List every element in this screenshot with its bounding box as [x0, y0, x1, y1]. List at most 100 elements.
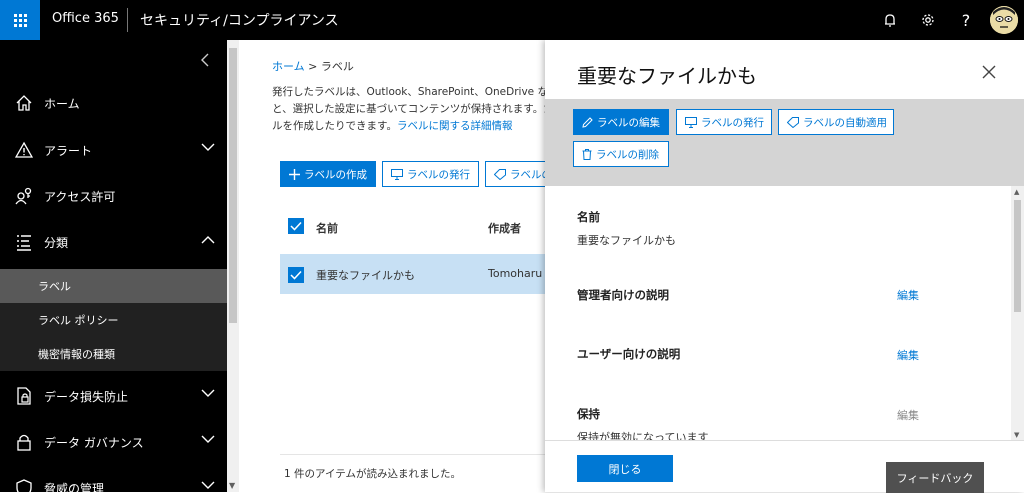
nav-item-data-loss-prevention[interactable]: データ損失防止 — [0, 374, 227, 418]
app-title[interactable]: セキュリティ/コンプライアンス — [140, 10, 339, 30]
name-section-value: 重要なファイルかも — [577, 234, 676, 247]
scroll-down-arrow-icon[interactable]: ▼ — [1014, 431, 1019, 439]
chevron-down-icon — [201, 480, 215, 492]
divider — [280, 454, 550, 455]
scrollbar-thumb[interactable] — [1014, 200, 1021, 312]
permissions-icon — [14, 186, 34, 206]
nav-item-data-governance[interactable]: データ ガバナンス — [0, 420, 227, 464]
publish-label-button[interactable]: ラベルの発行 — [676, 109, 772, 135]
chevron-down-icon — [201, 434, 215, 447]
nav-item-permissions[interactable]: アクセス許可 — [0, 174, 227, 218]
button-label: ラベルの発行 — [407, 168, 470, 181]
data-governance-icon — [14, 432, 34, 452]
retention-value: 保持が無効になっています — [577, 431, 709, 440]
publish-icon — [391, 168, 403, 180]
waffle-icon — [13, 13, 27, 27]
nav-item-classification[interactable]: 分類 — [0, 220, 227, 264]
nav-item-label: ホーム — [44, 96, 80, 111]
notifications-bell-icon[interactable] — [879, 9, 901, 31]
pencil-icon — [582, 116, 593, 128]
description-line: と、選択した設定に基づいてコンテンツが保持されます。たとえば — [272, 103, 586, 115]
cell-name: 重要なファイルかも — [316, 269, 415, 282]
collapse-nav-chevron-icon[interactable] — [200, 52, 210, 71]
page-description: 発行したラベルは、Outlook、SharePoint、OneDrive など(… — [272, 84, 586, 135]
app-launcher-button[interactable] — [0, 0, 40, 40]
button-label: ラベルの削除 — [596, 148, 659, 161]
nav-item-label: データ損失防止 — [44, 389, 129, 404]
nav-item-alerts[interactable]: アラート — [0, 128, 227, 172]
edit-retention-link[interactable]: 編集 — [897, 407, 919, 423]
button-label: ラベルの作成 — [304, 168, 367, 181]
classification-icon — [14, 232, 34, 252]
home-icon — [14, 93, 34, 113]
breadcrumb-separator: > — [308, 60, 321, 73]
left-navigation: ホーム アラート アクセス許可 分類 ラベル ラベル ポリシー 機密情報の種類 … — [0, 40, 227, 492]
chevron-down-icon — [201, 388, 215, 401]
threat-management-icon — [14, 478, 34, 492]
edit-label-button[interactable]: ラベルの編集 — [573, 109, 669, 135]
divider — [127, 8, 128, 32]
breadcrumb-home-link[interactable]: ホーム — [272, 60, 305, 73]
nav-scrollbar[interactable]: ▼ — [227, 40, 239, 492]
row-checkbox[interactable] — [288, 267, 304, 283]
items-loaded-status: 1 件のアイテムが読み込まれました。 — [284, 468, 461, 480]
delete-label-button[interactable]: ラベルの削除 — [573, 141, 669, 167]
column-header-author[interactable]: 作成者 — [488, 220, 521, 236]
trash-icon — [582, 148, 592, 160]
main-content: ホーム > ラベル 発行したラベルは、Outlook、SharePoint、On… — [239, 40, 585, 492]
panel-title: 重要なファイルかも — [577, 64, 757, 88]
auto-apply-labels-button[interactable]: ラベルの自 — [485, 161, 549, 187]
panel-scrollbar[interactable]: ▲ ▼ — [1011, 186, 1024, 440]
scroll-down-arrow-icon[interactable]: ▼ — [229, 481, 235, 490]
feedback-button[interactable]: フィードバック — [886, 462, 984, 493]
chevron-up-icon — [201, 234, 215, 247]
table-header: 名前 作成者 — [280, 208, 560, 244]
button-label: ラベルの編集 — [597, 116, 660, 129]
nav-item-label: 分類 — [44, 235, 69, 250]
brand-link[interactable]: Office 365 — [52, 11, 119, 26]
learn-more-link[interactable]: ラベルに関する詳細情報 — [397, 120, 513, 132]
help-icon[interactable]: ? — [955, 9, 977, 31]
close-button[interactable]: 閉じる — [577, 455, 673, 482]
button-label: ラベルの自動適用 — [803, 116, 887, 129]
panel-footer: 閉じる フィードバック — [545, 440, 1024, 493]
edit-admin-description-link[interactable]: 編集 — [897, 287, 919, 303]
sidebar-item-sensitive-info-types[interactable]: 機密情報の種類 — [0, 337, 227, 371]
sidebar-item-label-policies[interactable]: ラベル ポリシー — [0, 303, 227, 337]
nav-item-label: データ ガバナンス — [44, 435, 144, 450]
edit-user-description-link[interactable]: 編集 — [897, 347, 919, 363]
publish-labels-button[interactable]: ラベルの発行 — [382, 161, 479, 187]
avatar[interactable] — [990, 6, 1018, 34]
nav-item-threat-management[interactable]: 脅威の管理 — [0, 466, 227, 492]
user-description-label: ユーザー向けの説明 — [577, 347, 681, 361]
breadcrumb: ホーム > ラベル — [272, 58, 354, 74]
data-loss-prevention-icon — [14, 386, 34, 406]
tag-icon — [787, 116, 799, 128]
panel-details: 名前 重要なファイルかも 管理者向けの説明 編集 ユーザー向けの説明 編集 保持… — [545, 186, 1011, 440]
scrollbar-thumb[interactable] — [229, 48, 237, 323]
column-header-name[interactable]: 名前 — [316, 220, 338, 236]
cell-author: Tomoharu — [488, 267, 543, 280]
select-all-checkbox[interactable] — [288, 218, 304, 234]
table-row[interactable]: 重要なファイルかも Tomoharu — [280, 254, 560, 294]
tag-icon — [494, 168, 506, 180]
close-icon[interactable] — [982, 62, 996, 82]
admin-description-label: 管理者向けの説明 — [577, 288, 669, 302]
label-details-panel: 重要なファイルかも ラベルの編集 ラベルの発行 ラベルの自動適用 ラベルの削除 … — [545, 40, 1024, 493]
auto-apply-label-button[interactable]: ラベルの自動適用 — [778, 109, 894, 135]
scroll-up-arrow-icon[interactable]: ▲ — [1014, 188, 1019, 196]
nav-item-home[interactable]: ホーム — [0, 81, 227, 125]
nav-item-label: アクセス許可 — [44, 189, 116, 204]
alert-icon — [14, 140, 34, 160]
sidebar-item-labels[interactable]: ラベル — [0, 269, 227, 303]
retention-label: 保持 — [577, 407, 600, 421]
create-label-button[interactable]: ラベルの作成 — [280, 161, 376, 187]
gear-icon[interactable] — [917, 9, 939, 31]
chevron-down-icon — [201, 142, 215, 155]
description-line: 発行したラベルは、Outlook、SharePoint、OneDrive など( — [272, 86, 563, 98]
button-label: ラベルの発行 — [701, 116, 764, 129]
nav-item-label: 脅威の管理 — [44, 481, 105, 493]
publish-icon — [685, 116, 697, 128]
description-line: ルを作成したりできます。 — [272, 120, 397, 132]
top-bar: Office 365 セキュリティ/コンプライアンス ? — [0, 0, 1024, 40]
